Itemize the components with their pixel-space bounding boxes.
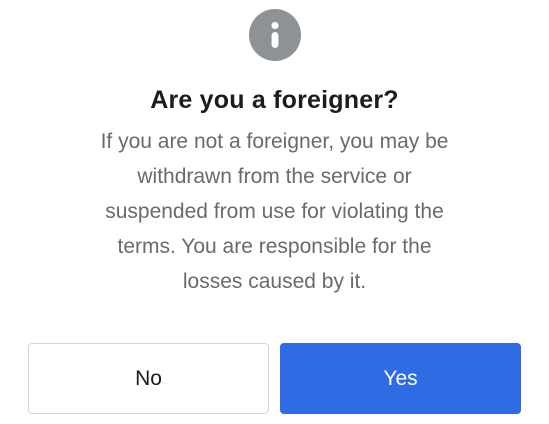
yes-button[interactable]: Yes [280,343,521,414]
dialog-title: Are you a foreigner? [150,86,399,114]
message-line: losses caused by it. [182,270,367,293]
message-line: suspended from use for violating the [105,200,444,223]
foreigner-confirm-dialog: Are you a foreigner? If you are not a fo… [0,0,549,424]
dialog-message: If you are not a foreigner, you may be w… [60,124,489,299]
message-line: If you are not a foreigner, you may be [100,130,449,153]
no-button-label: No [135,366,162,390]
info-icon [249,9,301,61]
no-button[interactable]: No [28,343,269,414]
yes-button-label: Yes [383,366,418,390]
message-line: terms. You are responsible for the [117,235,432,258]
message-line: withdrawn from the service or [137,165,412,188]
